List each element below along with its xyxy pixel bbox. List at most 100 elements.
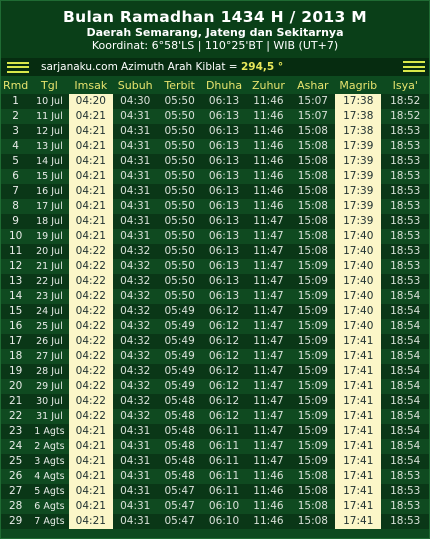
cell-isya: 18:54 bbox=[381, 364, 429, 379]
table-row: 29 7 Agts 04:21 04:31 05:47 06:10 11:46 15:08 17… bbox=[1, 514, 429, 529]
cell-imsak: 04:22 bbox=[68, 304, 114, 319]
col-rmd: Rmd bbox=[1, 76, 31, 94]
cell-ashar: 15:08 bbox=[290, 184, 336, 199]
cell-terbit: 05:49 bbox=[157, 304, 202, 319]
cell-dhuha: 06:13 bbox=[201, 154, 247, 169]
site-label[interactable]: sarjanaku.com bbox=[41, 61, 118, 73]
cell-dhuha: 06:12 bbox=[201, 304, 247, 319]
cell-dhuha: 06:13 bbox=[201, 184, 247, 199]
cell-subuh: 04:31 bbox=[113, 184, 158, 199]
cell-tgl: 27 Jul bbox=[30, 349, 69, 364]
cell-magrib: 17:41 bbox=[335, 424, 382, 439]
cell-imsak: 04:21 bbox=[68, 229, 114, 244]
cell-terbit: 05:49 bbox=[157, 349, 202, 364]
cell-zuhur: 11:47 bbox=[246, 229, 291, 244]
cell-magrib: 17:40 bbox=[335, 304, 382, 319]
cell-imsak: 04:21 bbox=[68, 514, 114, 529]
cell-rmd: 27 bbox=[1, 484, 31, 499]
cell-ashar: 15:09 bbox=[290, 304, 336, 319]
cell-rmd: 11 bbox=[1, 244, 31, 259]
cell-ashar: 15:07 bbox=[290, 109, 336, 124]
cell-isya: 18:53 bbox=[381, 184, 429, 199]
cell-magrib: 17:39 bbox=[335, 169, 382, 184]
cell-dhuha: 06:11 bbox=[201, 469, 247, 484]
cell-rmd: 15 bbox=[1, 304, 31, 319]
table-row: 26 4 Agts 04:21 04:31 05:48 06:11 11:46 15:08 17… bbox=[1, 469, 429, 484]
cell-rmd: 20 bbox=[1, 379, 31, 394]
cell-subuh: 04:31 bbox=[113, 424, 158, 439]
cell-zuhur: 11:47 bbox=[246, 244, 291, 259]
table-row: 25 3 Agts 04:21 04:31 05:48 06:11 11:47 15:09 17… bbox=[1, 454, 429, 469]
table-row: 10 19 Jul 04:21 04:31 05:50 06:13 11:47 15:08 17… bbox=[1, 229, 429, 244]
menu-icon[interactable] bbox=[7, 61, 29, 73]
cell-tgl: 5 Agts bbox=[30, 484, 69, 499]
cell-terbit: 05:48 bbox=[157, 454, 202, 469]
cell-imsak: 04:21 bbox=[68, 109, 114, 124]
cell-subuh: 04:31 bbox=[113, 229, 158, 244]
table-row: 21 30 Jul 04:22 04:32 05:48 06:12 11:47 15:09 17… bbox=[1, 394, 429, 409]
cell-imsak: 04:21 bbox=[68, 469, 114, 484]
cell-isya: 18:53 bbox=[381, 484, 429, 499]
cell-isya: 18:54 bbox=[381, 319, 429, 334]
cell-dhuha: 06:11 bbox=[201, 454, 247, 469]
cell-tgl: 6 Agts bbox=[30, 499, 69, 514]
cell-imsak: 04:22 bbox=[68, 289, 114, 304]
cell-zuhur: 11:47 bbox=[246, 274, 291, 289]
cell-rmd: 16 bbox=[1, 319, 31, 334]
region-subtitle: Daerah Semarang, Jateng dan Sekitarnya bbox=[86, 26, 344, 39]
col-subuh: Subuh bbox=[113, 76, 158, 94]
cell-rmd: 5 bbox=[1, 154, 31, 169]
cell-zuhur: 11:47 bbox=[246, 349, 291, 364]
cell-imsak: 04:21 bbox=[68, 124, 114, 139]
cell-subuh: 04:32 bbox=[113, 304, 158, 319]
cell-imsak: 04:21 bbox=[68, 439, 114, 454]
cell-terbit: 05:50 bbox=[157, 139, 202, 154]
coordinates-line: Koordinat: 6°58'LS | 110°25'BT | WIB (UT… bbox=[91, 39, 339, 52]
cell-ashar: 15:08 bbox=[290, 244, 336, 259]
cell-imsak: 04:22 bbox=[68, 394, 114, 409]
cell-ashar: 15:08 bbox=[290, 154, 336, 169]
cell-dhuha: 06:12 bbox=[201, 319, 247, 334]
cell-tgl: 1 Agts bbox=[30, 424, 69, 439]
cell-rmd: 6 bbox=[1, 169, 31, 184]
cell-zuhur: 11:46 bbox=[246, 484, 291, 499]
cell-rmd: 17 bbox=[1, 334, 31, 349]
cell-subuh: 04:32 bbox=[113, 349, 158, 364]
cell-tgl: 10 Jul bbox=[30, 94, 69, 109]
menu-icon-right[interactable] bbox=[403, 61, 425, 72]
cell-rmd: 29 bbox=[1, 514, 31, 529]
cell-magrib: 17:41 bbox=[335, 364, 382, 379]
cell-ashar: 15:09 bbox=[290, 394, 336, 409]
col-isya: Isya' bbox=[381, 76, 429, 94]
cell-ashar: 15:09 bbox=[290, 454, 336, 469]
cell-magrib: 17:41 bbox=[335, 514, 382, 529]
qibla-value: 294,5 ° bbox=[240, 61, 284, 73]
cell-tgl: 22 Jul bbox=[30, 274, 69, 289]
table-row: 12 21 Jul 04:22 04:32 05:50 06:13 11:47 15:09 17… bbox=[1, 259, 429, 274]
cell-subuh: 04:31 bbox=[113, 514, 158, 529]
cell-ashar: 15:07 bbox=[290, 94, 336, 109]
cell-tgl: 3 Agts bbox=[30, 454, 69, 469]
cell-zuhur: 11:46 bbox=[246, 109, 291, 124]
cell-isya: 18:54 bbox=[381, 289, 429, 304]
cell-ashar: 15:08 bbox=[290, 514, 336, 529]
cell-imsak: 04:22 bbox=[68, 274, 114, 289]
cell-imsak: 04:21 bbox=[68, 184, 114, 199]
cell-terbit: 05:50 bbox=[157, 184, 202, 199]
col-tgl: Tgl bbox=[30, 76, 69, 94]
cell-subuh: 04:31 bbox=[113, 214, 158, 229]
cell-magrib: 17:38 bbox=[335, 94, 382, 109]
cell-rmd: 1 bbox=[1, 94, 31, 109]
cell-imsak: 04:22 bbox=[68, 334, 114, 349]
cell-dhuha: 06:13 bbox=[201, 214, 247, 229]
cell-tgl: 16 Jul bbox=[30, 184, 69, 199]
cell-magrib: 17:39 bbox=[335, 154, 382, 169]
cell-isya: 18:54 bbox=[381, 334, 429, 349]
cell-dhuha: 06:12 bbox=[201, 364, 247, 379]
cell-dhuha: 06:10 bbox=[201, 499, 247, 514]
cell-tgl: 2 Agts bbox=[30, 439, 69, 454]
table-row: 6 15 Jul 04:21 04:31 05:50 06:13 11:46 15:08 17:… bbox=[1, 169, 429, 184]
cell-zuhur: 11:46 bbox=[246, 124, 291, 139]
cell-isya: 18:53 bbox=[381, 229, 429, 244]
cell-magrib: 17:40 bbox=[335, 274, 382, 289]
